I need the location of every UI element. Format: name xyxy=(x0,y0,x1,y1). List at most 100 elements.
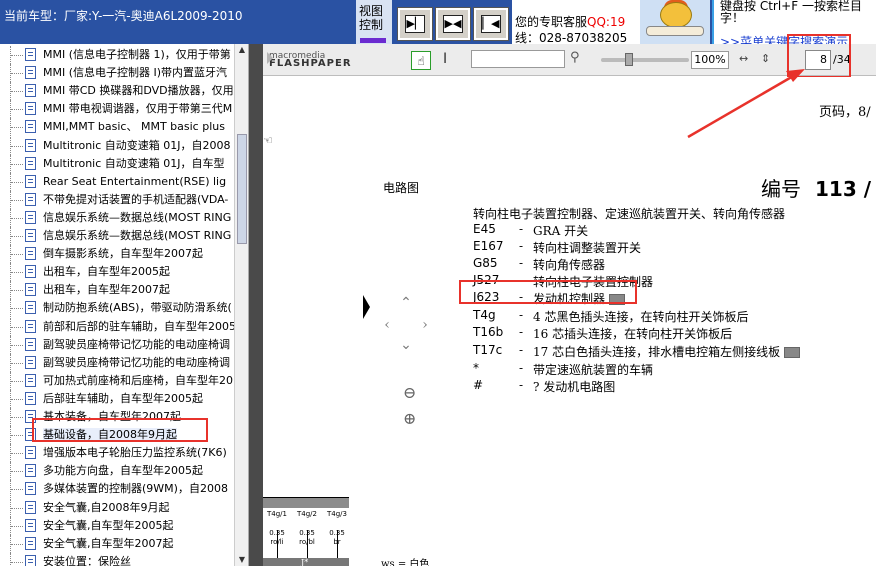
scroll-thumb[interactable] xyxy=(237,134,247,244)
tree-item[interactable]: 信息娱乐系统—数据总线(MOST RING xyxy=(0,227,248,245)
flashpaper-viewer: macromedia FLASHPAPER ☝ I ⚲ 100% ↔ ⇕ 8 /3… xyxy=(263,34,876,566)
pan-up-icon[interactable]: ⌃ xyxy=(398,295,414,311)
service-phone: 线：028-87038205 xyxy=(515,31,628,45)
component-desc: GRA 开关 xyxy=(533,224,589,238)
zoom-out-icon[interactable]: ⊕ xyxy=(403,409,416,428)
diagram-top-band xyxy=(263,498,349,508)
zoom-slider[interactable] xyxy=(601,53,689,66)
tree-connector xyxy=(10,64,24,83)
tree-scrollbar[interactable]: ▲ ▼ xyxy=(234,44,248,566)
tree-item[interactable]: MMI (信息电子控制器 I)带内置蓝牙汽 xyxy=(0,64,248,83)
tree-item[interactable]: Multitronic 自动变速箱 01J，自2008 xyxy=(0,136,248,155)
tree-item[interactable]: 副驾驶员座椅带记忆功能的电动座椅调 xyxy=(0,353,248,372)
tree-connector xyxy=(10,498,24,517)
tree-item[interactable]: 安全气囊,自2008年9月起 xyxy=(0,498,248,517)
tree-item[interactable]: 出租车，自车型年2007起 xyxy=(0,281,248,300)
tree-item[interactable]: 出租车，自车型年2005起 xyxy=(0,263,248,282)
view-right-button[interactable]: ▏◀ xyxy=(473,7,509,41)
view-right-icon: ▏◀ xyxy=(481,15,501,33)
pan-left-icon[interactable]: ‹ xyxy=(379,317,395,333)
tree-item-label: MMI 带电视调谐器，仅用于带第三代M xyxy=(43,102,233,116)
tree-item[interactable]: 多功能方向盘，自车型年2005起 xyxy=(0,462,248,481)
tree-connector xyxy=(10,353,24,372)
component-code: # xyxy=(473,378,484,392)
view-left-button[interactable]: ▶▏ xyxy=(397,7,433,41)
component-heading: 转向柱电子装置控制器、定速巡航装置开关、转向角传感器 xyxy=(473,207,786,221)
tree-connector xyxy=(10,82,24,101)
pan-right-icon[interactable]: › xyxy=(417,317,433,333)
document-icon xyxy=(25,66,36,80)
tree-item[interactable]: 前部和后部的驻车辅助，自车型年2005 xyxy=(0,317,248,336)
camera-icon[interactable] xyxy=(784,347,801,358)
document-icon xyxy=(25,156,36,170)
component-code: T16b xyxy=(473,325,504,339)
tree-item[interactable]: MMI (信息电子控制器 1)，仅用于带第 xyxy=(0,46,248,64)
tree-item-label: 可加热式前座椅和后座椅，自车型年20 xyxy=(43,373,233,387)
document-icon xyxy=(25,174,36,188)
component-desc: 带定速巡航装置的车辆 xyxy=(533,363,654,377)
tree-connector xyxy=(10,408,24,426)
diagram-code: 编号 113 / xyxy=(761,173,871,202)
tree-item[interactable]: Multitronic 自动变速箱 01J，自车型 xyxy=(0,154,248,173)
tree-item-label: 出租车，自车型年2007起 xyxy=(43,283,170,297)
scroll-up-icon[interactable]: ▲ xyxy=(236,44,248,56)
text-select-icon[interactable]: I xyxy=(443,51,447,67)
pan-down-icon[interactable]: ⌄ xyxy=(398,337,414,353)
zoom-in-icon[interactable]: ⊖ xyxy=(403,383,416,402)
component-dash: - xyxy=(519,256,524,270)
document-icon xyxy=(25,229,36,242)
document-icon xyxy=(25,337,36,351)
find-input[interactable] xyxy=(471,50,565,68)
tree-item[interactable]: 副驾驶员座椅带记忆功能的电动座椅调 xyxy=(0,335,248,354)
tree-item[interactable]: 多媒体装置的控制器(9WM)，自2008 xyxy=(0,480,248,499)
view-split-button[interactable]: ▶◀ xyxy=(435,7,471,41)
tree-connector xyxy=(10,480,24,499)
tree-item[interactable]: 安全气囊,自车型年2007起 xyxy=(0,534,248,553)
document-icon xyxy=(25,518,36,532)
fit-page-icon[interactable]: ⇕ xyxy=(761,52,777,68)
tree-item[interactable]: Rear Seat Entertainment(RSE) lig xyxy=(0,172,248,191)
tree-connector xyxy=(10,154,24,173)
component-dash: - xyxy=(519,222,524,236)
component-row: E45 - GRA 开关 xyxy=(473,222,873,239)
code-label: 编号 xyxy=(761,177,801,201)
tree-item[interactable]: 倒车摄影系统，自车型年2007起 xyxy=(0,245,248,264)
tree-item[interactable]: 信息娱乐系统—数据总线(MOST RING xyxy=(0,208,248,227)
pane-splitter[interactable] xyxy=(249,44,263,566)
tree-item[interactable]: 安装位置：保险丝 xyxy=(0,552,248,566)
tree-item[interactable]: 不带免提对话装置的手机适配器(VDA- xyxy=(0,190,248,209)
view-left-icon: ▶▏ xyxy=(405,15,425,33)
fit-width-icon[interactable]: ↔ xyxy=(739,52,755,68)
tree-item-label: 不带免提对话装置的手机适配器(VDA- xyxy=(43,192,229,206)
tree-connector xyxy=(10,281,24,300)
tree-item[interactable]: MMI,MMT basic、 MMT basic plus xyxy=(0,118,248,137)
document-icon xyxy=(25,192,36,206)
tree-connector xyxy=(10,263,24,282)
tree-item[interactable]: 制动防抱系统(ABS)，带驱动防滑系统( xyxy=(0,299,248,318)
document-icon xyxy=(25,84,36,98)
tree-item-label: 出租车，自车型年2005起 xyxy=(43,265,170,279)
service-qq[interactable]: QQ:19 xyxy=(587,15,625,29)
find-icon[interactable]: ⚲ xyxy=(570,50,580,65)
document-icon xyxy=(25,536,36,550)
component-desc: 17 芯白色插头连接，排水槽电控箱左侧接线板 xyxy=(533,343,801,360)
tip-line-2: 字！ xyxy=(720,11,745,25)
scroll-down-icon[interactable]: ▼ xyxy=(236,554,248,566)
zoom-slider-knob[interactable] xyxy=(625,53,633,66)
view-split-icon: ▶◀ xyxy=(443,15,463,33)
tree-item[interactable]: 后部驻车辅助，自车型年2005起 xyxy=(0,389,248,408)
collapse-arrow-icon[interactable] xyxy=(363,295,370,319)
tree-item-label: 多功能方向盘，自车型年2005起 xyxy=(43,464,203,478)
tree-item[interactable]: 安全气囊,自车型年2005起 xyxy=(0,516,248,535)
tree-item-label: Multitronic 自动变速箱 01J，自2008 xyxy=(43,138,231,152)
tree-item[interactable]: 可加热式前座椅和后座椅，自车型年20 xyxy=(0,371,248,390)
hand-tool-icon[interactable]: ☝ xyxy=(411,51,431,70)
tree-item[interactable]: MMI 带CD 换碟器和DVD播放器，仅用 xyxy=(0,82,248,101)
tree-item[interactable]: 增强版本电子轮胎压力监控系统(7K6) xyxy=(0,444,248,463)
component-desc: 16 芯插头连接，在转向柱开关饰板后 xyxy=(533,327,733,341)
tree-item[interactable]: MMI 带电视调谐器，仅用于带第三代M xyxy=(0,100,248,119)
document-icon xyxy=(25,373,36,387)
tree-item-label: 安全气囊,自车型年2005起 xyxy=(43,518,174,532)
logo-main-text: FLASHPAPER xyxy=(269,58,352,69)
zoom-level[interactable]: 100% xyxy=(691,51,729,69)
